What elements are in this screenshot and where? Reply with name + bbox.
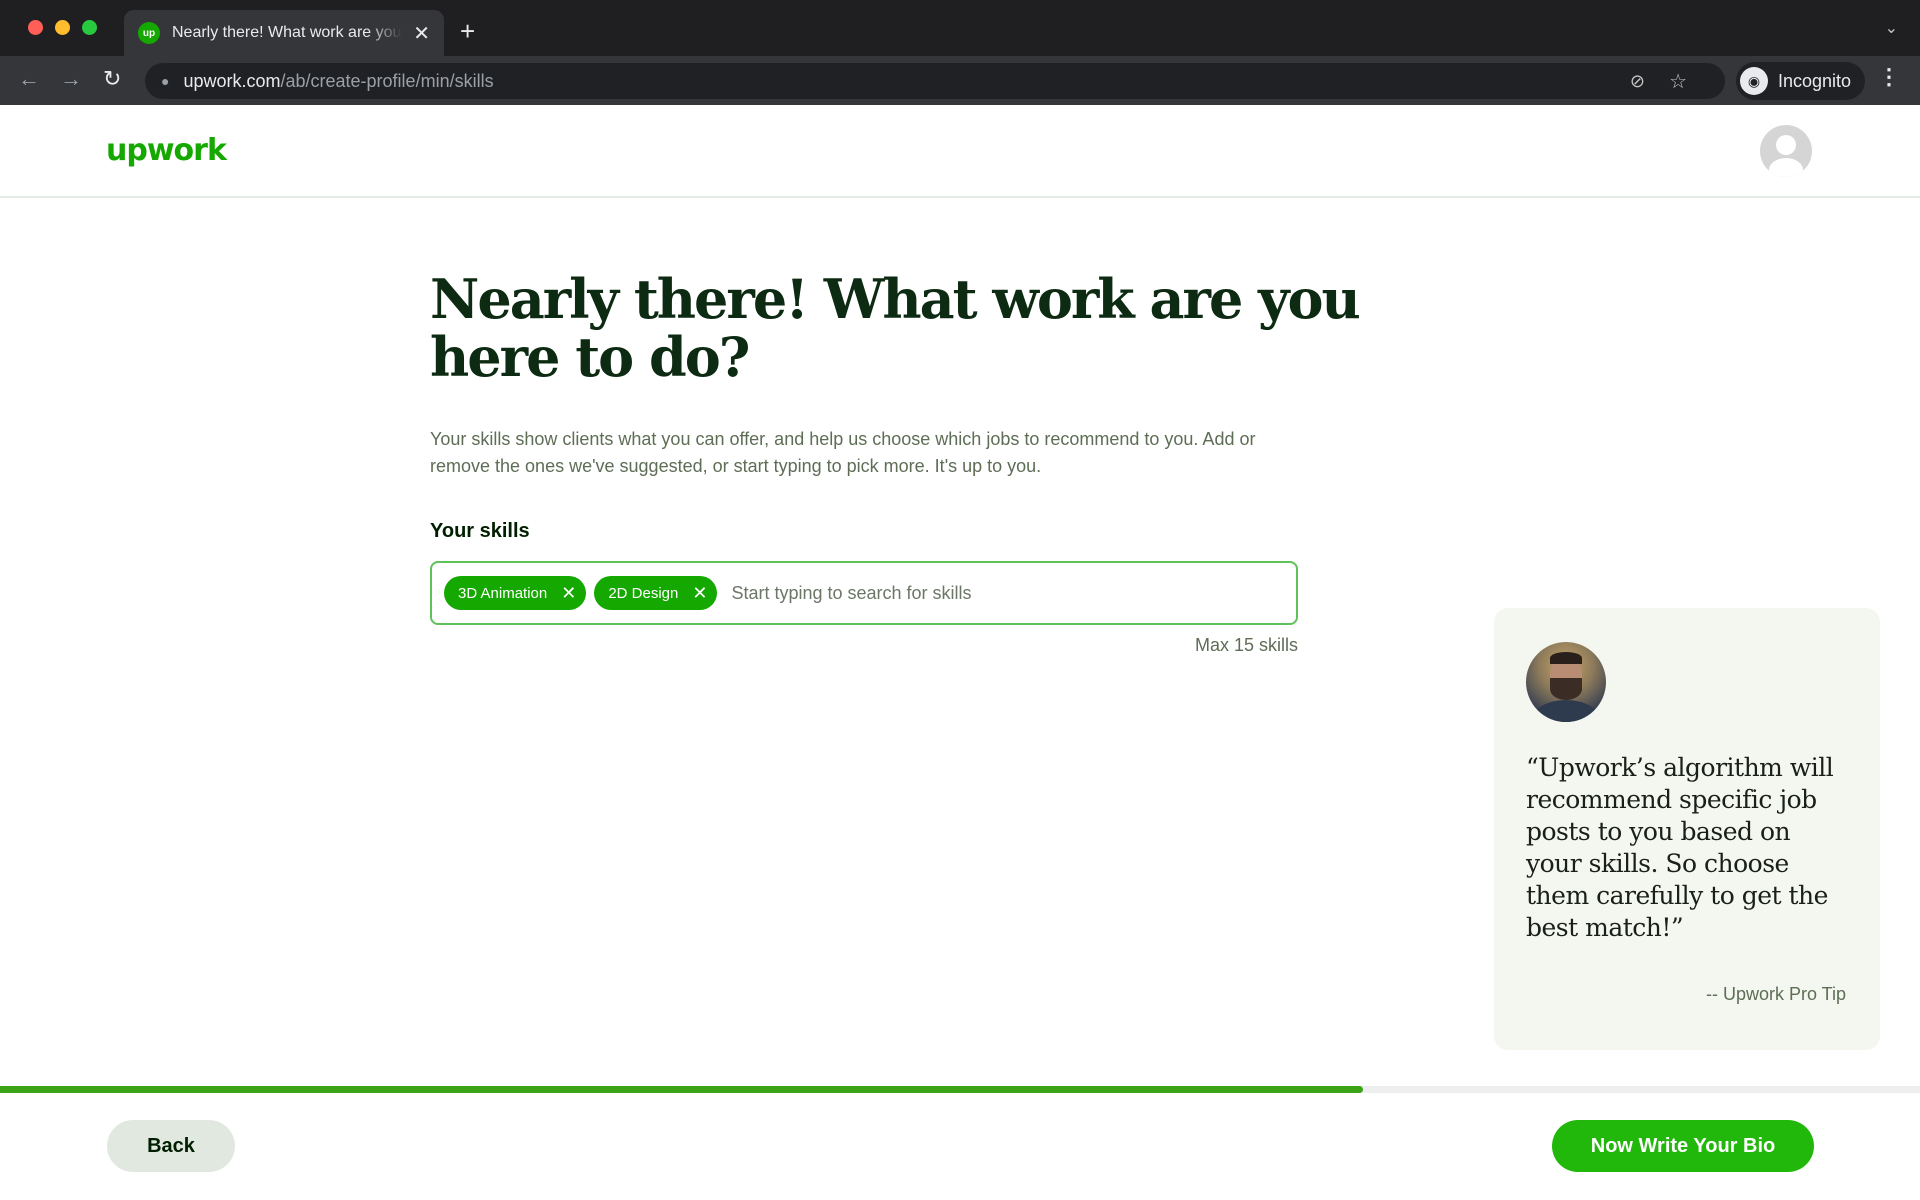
url-host: upwork.com <box>183 70 281 91</box>
remove-skill-icon[interactable]: ✕ <box>692 583 707 604</box>
pro-tip-attribution: -- Upwork Pro Tip <box>1705 984 1846 1004</box>
skill-chip[interactable]: 2D Design ✕ <box>594 576 718 610</box>
upwork-logo[interactable]: upwork <box>106 133 227 168</box>
eye-off-icon[interactable]: ⊘ <box>1630 71 1645 92</box>
intro-text: Your skills show clients what you can of… <box>430 429 1256 476</box>
skill-chip[interactable]: 3D Animation ✕ <box>444 576 587 610</box>
progress-bar-fill <box>0 1086 1364 1093</box>
avatar-shoulders-shape <box>1532 700 1600 722</box>
progress-bar <box>0 1086 1920 1093</box>
lock-icon: ● <box>161 73 170 89</box>
next-write-bio-button[interactable]: Now Write Your Bio <box>1552 1120 1814 1172</box>
window-close-button[interactable] <box>28 20 43 35</box>
window-zoom-button[interactable] <box>82 20 97 35</box>
new-tab-icon[interactable]: + <box>460 16 475 47</box>
incognito-icon: ◉ <box>1740 67 1768 95</box>
page-title: Nearly there! What work are you here to … <box>430 267 1361 389</box>
browser-tab-active[interactable]: up Nearly there! What work are you here … <box>124 10 444 56</box>
back-button[interactable]: Back <box>107 1120 235 1172</box>
incognito-label: Incognito <box>1778 70 1852 91</box>
skill-chip-label: 2D Design <box>608 584 679 602</box>
back-arrow-icon[interactable]: ← <box>18 66 40 92</box>
tab-close-icon[interactable]: ✕ <box>413 21 430 46</box>
avatar-body-shape <box>1769 158 1803 177</box>
tab-bar: up Nearly there! What work are you here … <box>0 0 1920 56</box>
browser-toolbar: ← → ↻ ● upwork.com /ab/create-profile/mi… <box>0 56 1920 105</box>
skills-search-input[interactable] <box>731 582 1296 604</box>
skills-label: Your skills <box>430 520 530 542</box>
pro-tip-avatar <box>1526 642 1606 722</box>
pro-tip-quote: “Upwork’s algorithm will recommend speci… <box>1526 753 1834 942</box>
avatar-beard-shape <box>1550 678 1582 700</box>
avatar-hair-shape <box>1550 652 1582 664</box>
bookmark-star-icon[interactable]: ☆ <box>1669 69 1687 94</box>
address-bar[interactable]: ● upwork.com /ab/create-profile/min/skil… <box>145 63 1725 99</box>
remove-skill-icon[interactable]: ✕ <box>561 583 576 604</box>
user-avatar-icon[interactable] <box>1760 125 1812 177</box>
browser-chrome: up Nearly there! What work are you here … <box>0 0 1920 105</box>
pro-tip-card: “Upwork’s algorithm will recommend speci… <box>1494 608 1880 1050</box>
skill-chip-label: 3D Animation <box>458 584 548 602</box>
window-minimize-button[interactable] <box>55 20 70 35</box>
tab-search-chevron-icon[interactable]: ⌄ <box>1885 18 1898 38</box>
avatar-head-shape <box>1776 135 1796 155</box>
skills-step: Nearly there! What work are you here to … <box>430 270 1390 656</box>
upwork-favicon-icon: up <box>138 22 160 44</box>
skills-input-box[interactable]: 3D Animation ✕ 2D Design ✕ <box>430 561 1298 625</box>
url-path: /ab/create-profile/min/skills <box>280 70 494 91</box>
site-header: upwork <box>0 105 1920 198</box>
forward-arrow-icon[interactable]: → <box>60 66 82 92</box>
tab-title: Nearly there! What work are you here to … <box>172 24 402 41</box>
reload-icon[interactable]: ↻ <box>103 66 121 92</box>
browser-menu-icon[interactable]: ⋮ <box>1878 64 1900 90</box>
max-skills-note: Max 15 skills <box>1194 635 1298 655</box>
incognito-profile-button[interactable]: ◉ Incognito <box>1736 62 1866 100</box>
